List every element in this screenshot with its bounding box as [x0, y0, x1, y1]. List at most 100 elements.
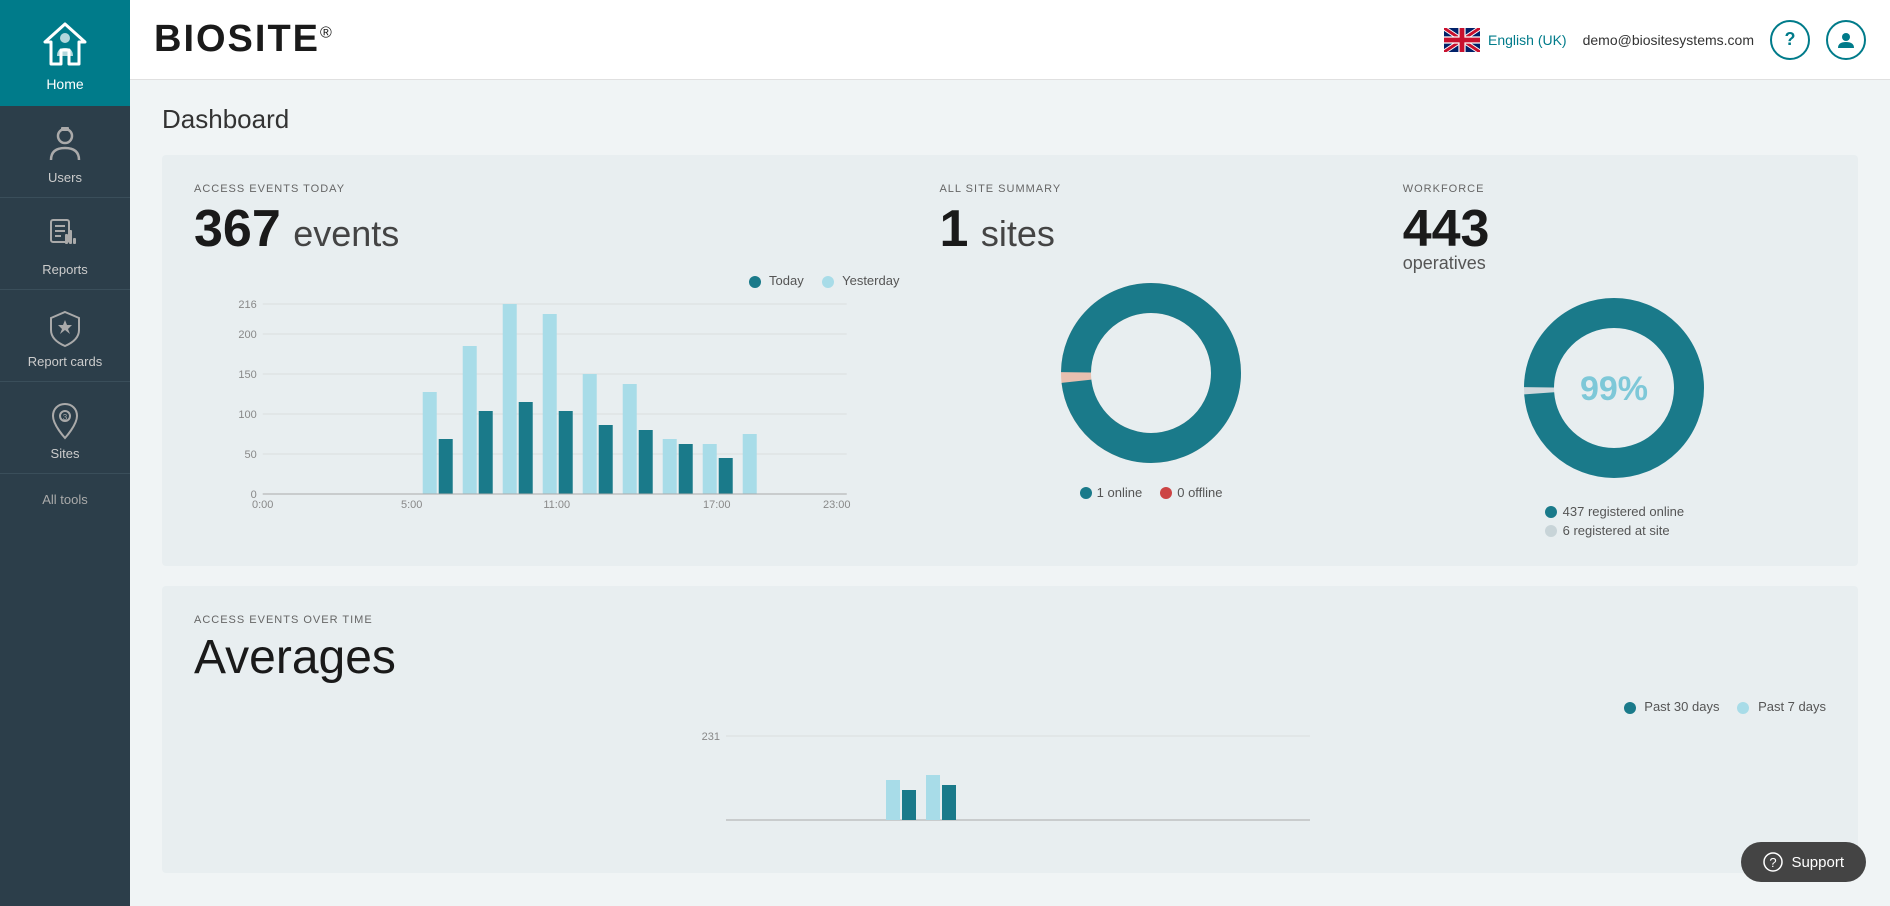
sidebar-item-label-sites: Sites [51, 446, 80, 461]
svg-text:216: 216 [238, 299, 256, 311]
workforce-count: 443 [1403, 200, 1490, 258]
avg-bar-1-dark [902, 790, 916, 820]
language-selector[interactable]: English (UK) [1444, 28, 1567, 52]
past7-dot [1737, 702, 1749, 714]
sidebar-item-users[interactable]: Users [0, 106, 130, 198]
sidebar-item-report-cards[interactable]: Report cards [0, 290, 130, 382]
workforce-pct-text: 99% [1580, 370, 1648, 408]
bar-today-9 [479, 411, 493, 494]
access-events-unit: events [293, 213, 399, 254]
legend-yesterday: Yesterday [822, 273, 900, 288]
report-cards-icon [45, 308, 85, 348]
sites-icon: 3 [45, 400, 85, 440]
averages-title: Averages [194, 631, 396, 684]
header-right: English (UK) demo@biositesystems.com ? [1444, 20, 1866, 60]
page-title: Dashboard [162, 104, 1858, 135]
access-events-sublabel: ACCESS EVENTS TODAY [194, 183, 899, 195]
online-dot [1080, 487, 1092, 499]
bar-today-13 [639, 430, 653, 494]
logo-reg: ® [320, 24, 334, 41]
bar-yesterday-14 [663, 439, 677, 494]
bar-yesterday-11 [543, 314, 557, 494]
bar-yesterday-9 [463, 346, 477, 494]
bar-yesterday-10 [503, 304, 517, 494]
bar-today-11 [559, 411, 573, 494]
sites-donut-chart [1051, 273, 1251, 473]
sidebar-home[interactable]: Home [0, 0, 130, 106]
sidebar-item-reports[interactable]: Reports [0, 198, 130, 290]
header: BIOSITE® English (UK) demo@biositesystem… [130, 0, 1890, 80]
svg-text:?: ? [1770, 855, 1777, 870]
site-online-legend: 1 online [1080, 485, 1143, 500]
svg-text:100: 100 [238, 409, 256, 421]
bar-today-15 [719, 458, 733, 494]
bar-yesterday-8 [423, 392, 437, 494]
svg-text:0:00: 0:00 [252, 499, 273, 511]
support-button[interactable]: ? Support [1741, 842, 1866, 882]
bar-today-14 [679, 444, 693, 494]
sidebar-all-tools[interactable]: All tools [42, 492, 88, 507]
svg-text:11:00: 11:00 [543, 499, 570, 511]
averages-sublabel: ACCESS EVENTS OVER TIME [194, 614, 1826, 626]
bar-today-10 [519, 402, 533, 494]
avg-bar-2-light [926, 775, 940, 820]
sidebar-item-label-report-cards: Report cards [28, 354, 102, 369]
uk-flag-icon [1444, 28, 1480, 52]
sidebar-item-label-users: Users [48, 170, 82, 185]
workforce-donut-chart: 99% [1514, 288, 1714, 488]
svg-text:23:00: 23:00 [823, 499, 851, 511]
logo: BIOSITE® [154, 18, 334, 61]
workforce-unit: operatives [1403, 253, 1826, 274]
site-offline-legend: 0 offline [1160, 485, 1222, 500]
site-online-count: 1 online [1097, 485, 1143, 500]
past30-dot [1624, 702, 1636, 714]
access-events-today: ACCESS EVENTS TODAY 367 events Today Yes… [194, 183, 899, 519]
sidebar: Home Users Reports Report cards [0, 0, 130, 906]
user-account-button[interactable] [1826, 20, 1866, 60]
averages-section: ACCESS EVENTS OVER TIME Averages Past 30… [162, 586, 1858, 873]
site-donut-legend: 1 online 0 offline [1080, 485, 1223, 500]
legend-30-days: Past 30 days [1624, 699, 1720, 714]
users-icon [45, 124, 85, 164]
user-email: demo@biositesystems.com [1583, 32, 1754, 48]
registered-site-item: 6 registered at site [1545, 523, 1684, 538]
support-label: Support [1791, 854, 1844, 871]
bar-today-12 [599, 425, 613, 494]
bar-yesterday-13 [623, 384, 637, 494]
bar-yesterday-16 [743, 434, 757, 494]
workforce-section: WORKFORCE 443 operatives 99% [1403, 183, 1826, 538]
all-site-sublabel: ALL SITE SUMMARY [939, 183, 1362, 195]
home-icon [39, 18, 91, 70]
site-offline-count: 0 offline [1177, 485, 1222, 500]
registered-online-label: 437 registered online [1563, 504, 1684, 519]
svg-text:3: 3 [63, 413, 68, 422]
site-count: 1 [939, 200, 968, 258]
sidebar-item-label-reports: Reports [42, 262, 88, 277]
registered-online-item: 437 registered online [1545, 504, 1684, 519]
bar-yesterday-15 [703, 444, 717, 494]
sidebar-item-sites[interactable]: 3 Sites [0, 382, 130, 474]
help-button[interactable]: ? [1770, 20, 1810, 60]
workforce-legend: 437 registered online 6 registered at si… [1545, 500, 1684, 538]
legend-today: Today [749, 273, 804, 288]
offline-dot [1160, 487, 1172, 499]
svg-text:5:00: 5:00 [401, 499, 422, 511]
bar-yesterday-12 [583, 374, 597, 494]
reports-icon [45, 216, 85, 256]
workforce-sublabel: WORKFORCE [1403, 183, 1826, 195]
svg-text:200: 200 [238, 329, 256, 341]
avg-bar-2-dark [942, 785, 956, 820]
registered-site-label: 6 registered at site [1563, 523, 1670, 538]
access-events-count: 367 [194, 200, 281, 258]
legend-7-days: Past 7 days [1737, 699, 1826, 714]
today-dot [749, 276, 761, 288]
sidebar-home-label: Home [46, 76, 83, 92]
yesterday-dot [822, 276, 834, 288]
bar-today-8 [439, 439, 453, 494]
averages-chart: 231 [194, 720, 1826, 840]
language-label: English (UK) [1488, 32, 1567, 48]
main-area: BIOSITE® English (UK) demo@biositesystem… [130, 0, 1890, 906]
avg-bar-1-light [886, 780, 900, 820]
dashboard-content: Dashboard ACCESS EVENTS TODAY 367 events… [130, 80, 1890, 906]
svg-text:150: 150 [238, 369, 256, 381]
